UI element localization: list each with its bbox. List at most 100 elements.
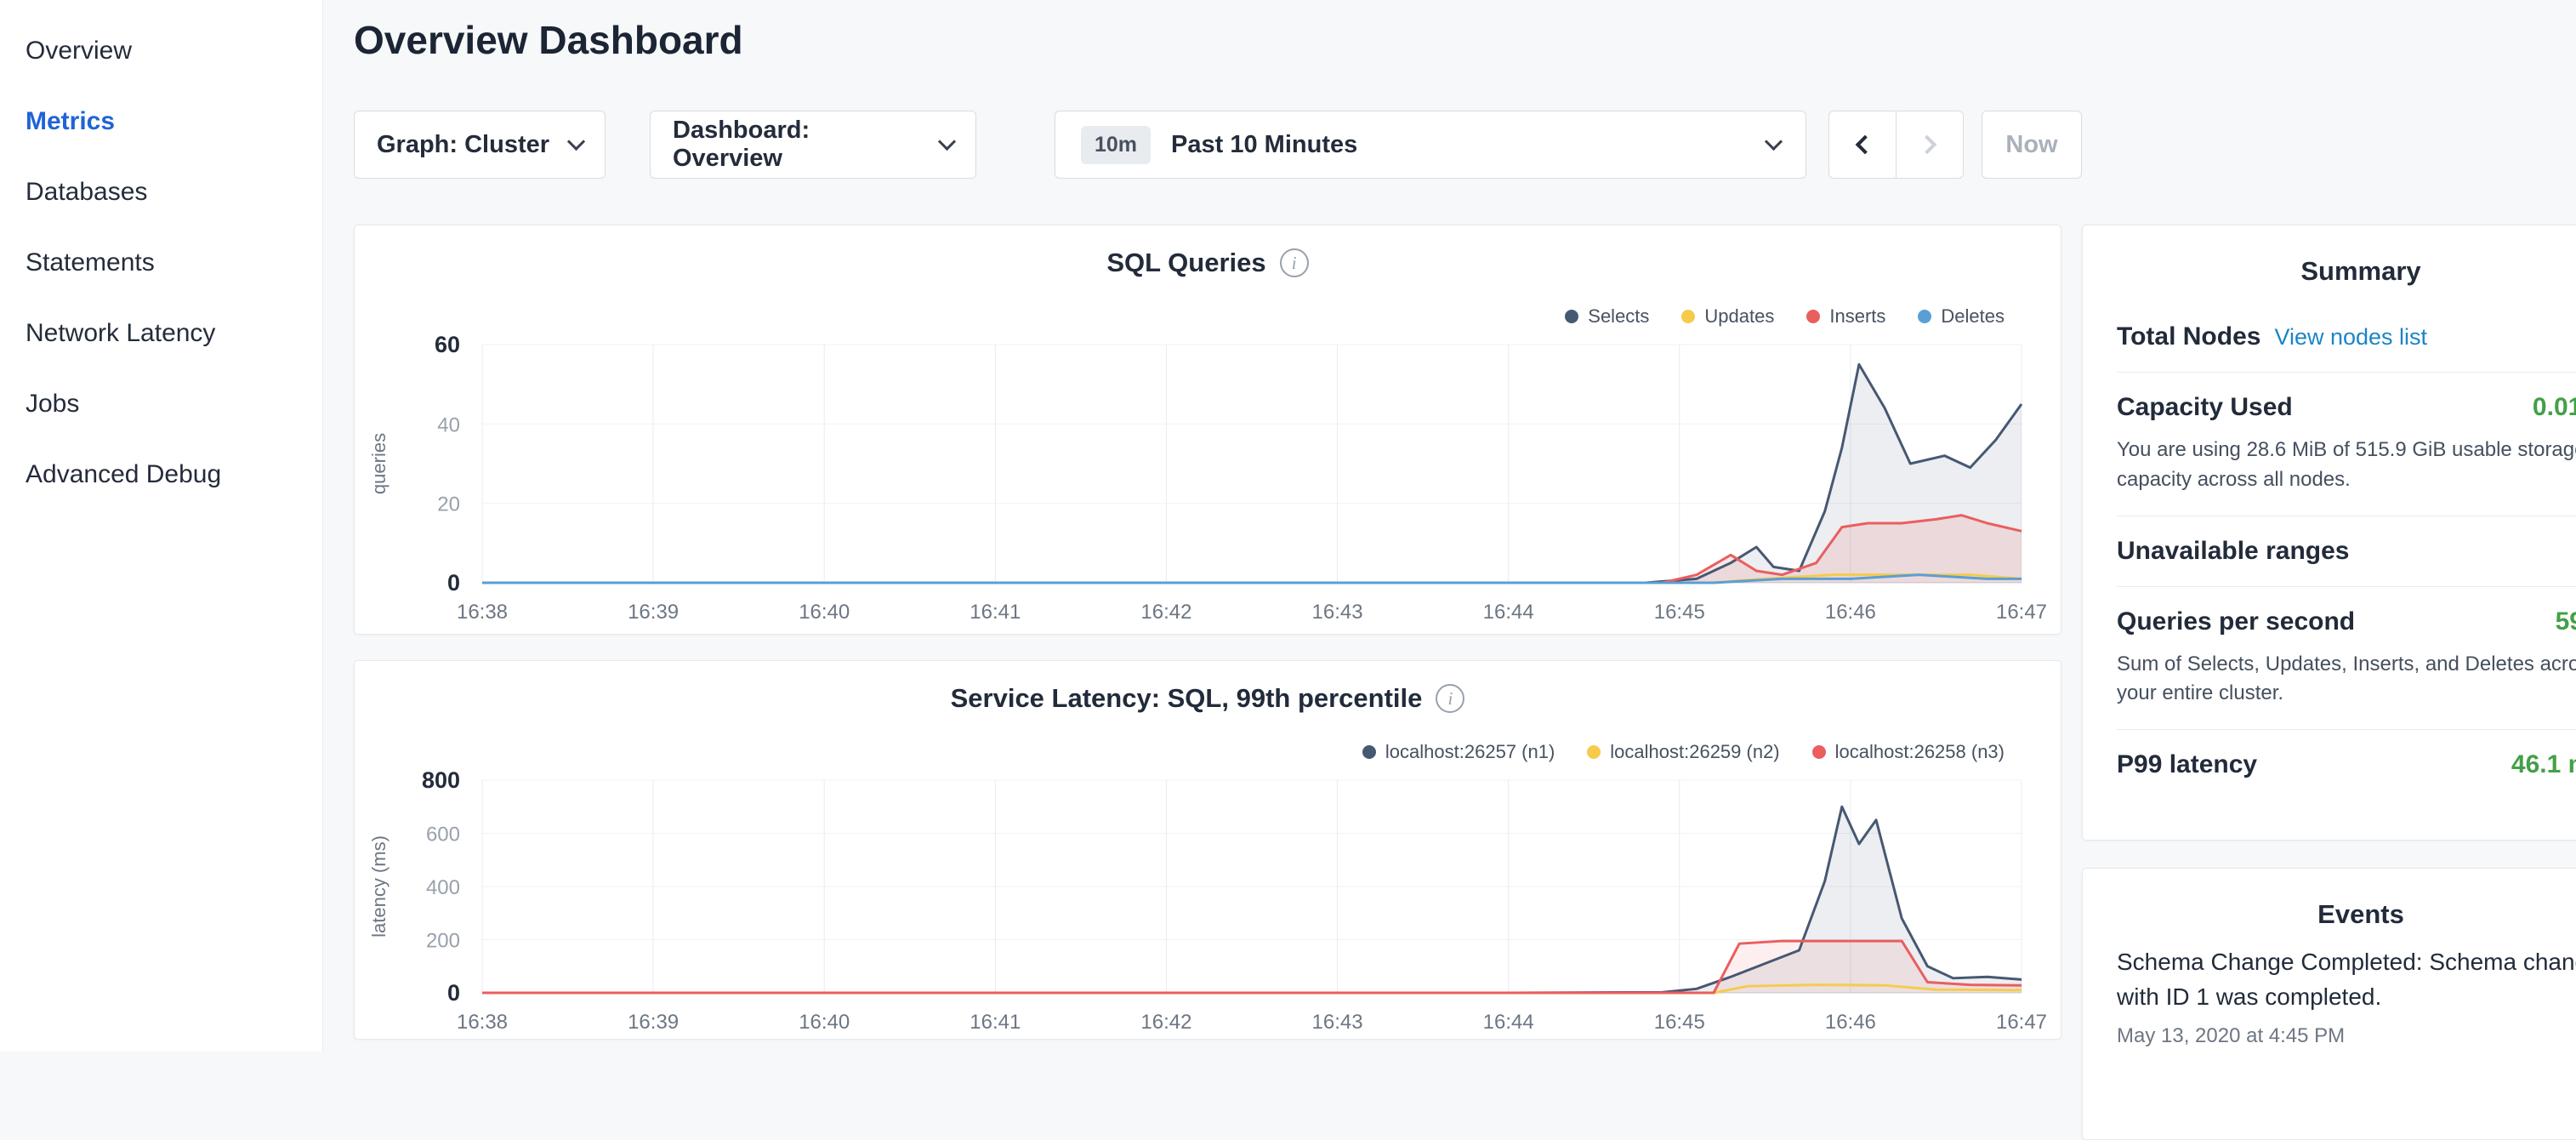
svg-text:20: 20 bbox=[437, 493, 460, 516]
svg-text:16:44: 16:44 bbox=[1483, 1011, 1534, 1034]
chevron-down-icon bbox=[938, 132, 956, 150]
sidebar-item-label: Jobs bbox=[26, 390, 79, 419]
legend-dot bbox=[1362, 745, 1376, 759]
svg-text:16:45: 16:45 bbox=[1654, 1011, 1705, 1034]
capacity-used-description: You are using 28.6 MiB of 515.9 GiB usab… bbox=[2117, 436, 2576, 495]
time-range-selector[interactable]: 10m Past 10 Minutes bbox=[1055, 111, 1806, 179]
sidebar-item-label: Advanced Debug bbox=[26, 460, 221, 489]
legend-item-n2: localhost:26259 (n2) bbox=[1587, 741, 1779, 763]
legend-item-n1: localhost:26257 (n1) bbox=[1362, 741, 1555, 763]
chart-legend: Selects Updates Inserts Deletes bbox=[1565, 305, 2005, 328]
legend-label: Deletes bbox=[1941, 305, 2005, 328]
sidebar-item-metrics[interactable]: Metrics bbox=[0, 86, 322, 157]
total-nodes-label: Total Nodes bbox=[2117, 322, 2260, 351]
svg-text:16:40: 16:40 bbox=[799, 1011, 850, 1034]
svg-text:16:41: 16:41 bbox=[970, 1011, 1021, 1034]
svg-text:600: 600 bbox=[426, 824, 460, 846]
summary-row-capacity: Capacity Used 0.01% You are using 28.6 M… bbox=[2117, 373, 2576, 516]
svg-text:16:38: 16:38 bbox=[457, 1011, 508, 1034]
info-icon[interactable]: i bbox=[1280, 248, 1309, 277]
next-range-button[interactable] bbox=[1896, 111, 1964, 179]
now-button-label: Now bbox=[2005, 131, 2057, 159]
unavailable-ranges-label: Unavailable ranges bbox=[2117, 537, 2349, 566]
svg-text:16:47: 16:47 bbox=[1996, 1011, 2047, 1034]
svg-text:16:38: 16:38 bbox=[457, 601, 508, 624]
svg-text:200: 200 bbox=[426, 930, 460, 953]
svg-text:40: 40 bbox=[437, 413, 460, 436]
svg-text:16:40: 16:40 bbox=[799, 601, 850, 624]
svg-text:400: 400 bbox=[426, 876, 460, 899]
svg-text:16:43: 16:43 bbox=[1312, 601, 1363, 624]
svg-text:16:46: 16:46 bbox=[1825, 1011, 1876, 1034]
svg-text:16:42: 16:42 bbox=[1140, 601, 1191, 624]
graph-scope-dropdown[interactable]: Graph: Cluster bbox=[354, 111, 606, 179]
svg-text:60: 60 bbox=[435, 332, 460, 357]
chevron-right-icon bbox=[1918, 135, 1937, 155]
chart-title: Service Latency: SQL, 99th percentile bbox=[951, 683, 1423, 714]
legend-label: localhost:26259 (n2) bbox=[1610, 741, 1779, 763]
legend-label: localhost:26258 (n3) bbox=[1835, 741, 2005, 763]
svg-text:16:47: 16:47 bbox=[1996, 601, 2047, 624]
svg-text:16:41: 16:41 bbox=[970, 601, 1021, 624]
svg-text:latency (ms): latency (ms) bbox=[368, 835, 390, 938]
legend-dot bbox=[1918, 310, 1931, 323]
chevron-left-icon bbox=[1856, 135, 1875, 155]
summary-row-p99: P99 latency 46.1 ms bbox=[2117, 730, 2576, 800]
time-range-badge: 10m bbox=[1081, 126, 1151, 164]
sidebar-item-advanced-debug[interactable]: Advanced Debug bbox=[0, 439, 322, 510]
sidebar-item-databases[interactable]: Databases bbox=[0, 157, 322, 227]
summary-row-qps: Queries per second 59.7 Sum of Selects, … bbox=[2117, 587, 2576, 731]
sql-queries-panel: SQL Queries i Selects Updates Inserts De… bbox=[354, 225, 2061, 635]
legend-label: Inserts bbox=[1829, 305, 1885, 328]
summary-row-unavailable-ranges: Unavailable ranges 0 bbox=[2117, 516, 2576, 587]
legend-dot bbox=[1812, 745, 1826, 759]
legend-item-n3: localhost:26258 (n3) bbox=[1812, 741, 2005, 763]
sidebar-item-overview[interactable]: Overview bbox=[0, 15, 322, 86]
sidebar-item-label: Metrics bbox=[26, 107, 115, 136]
sidebar-item-label: Databases bbox=[26, 178, 147, 207]
svg-text:16:46: 16:46 bbox=[1825, 601, 1876, 624]
events-title: Events bbox=[2117, 899, 2576, 930]
dashboard-label: Dashboard: Overview bbox=[673, 117, 922, 173]
svg-text:queries: queries bbox=[368, 433, 390, 494]
p99-latency-value: 46.1 ms bbox=[2511, 750, 2576, 779]
event-item: Schema Change Completed: Schema change w… bbox=[2117, 945, 2576, 1048]
legend-dot bbox=[1565, 310, 1578, 323]
metrics-page: Overview Metrics Databases Statements Ne… bbox=[0, 0, 2576, 1052]
sql-queries-chart[interactable]: 020406016:3816:3916:4016:4116:4216:4316:… bbox=[355, 328, 2061, 630]
now-button[interactable]: Now bbox=[1982, 111, 2082, 179]
prev-range-button[interactable] bbox=[1828, 111, 1896, 179]
view-nodes-list-link[interactable]: View nodes list bbox=[2274, 324, 2427, 351]
events-panel: Events Schema Change Completed: Schema c… bbox=[2082, 868, 2576, 1140]
svg-text:0: 0 bbox=[447, 570, 460, 596]
qps-label: Queries per second bbox=[2117, 607, 2355, 636]
sidebar-item-statements[interactable]: Statements bbox=[0, 227, 322, 298]
svg-text:16:44: 16:44 bbox=[1483, 601, 1534, 624]
legend-dot bbox=[1681, 310, 1695, 323]
p99-latency-label: P99 latency bbox=[2117, 750, 2257, 779]
legend-dot bbox=[1587, 745, 1601, 759]
sidebar: Overview Metrics Databases Statements Ne… bbox=[0, 0, 323, 1052]
service-latency-chart[interactable]: 020040060080016:3816:3916:4016:4116:4216… bbox=[355, 763, 2061, 1040]
sidebar-item-label: Overview bbox=[26, 37, 132, 66]
svg-text:800: 800 bbox=[422, 767, 460, 793]
chevron-down-icon bbox=[567, 132, 585, 150]
legend-item-deletes: Deletes bbox=[1918, 305, 2005, 328]
capacity-used-value: 0.01% bbox=[2533, 393, 2576, 422]
legend-item-inserts: Inserts bbox=[1806, 305, 1885, 328]
dashboard-dropdown[interactable]: Dashboard: Overview bbox=[650, 111, 976, 179]
sidebar-item-jobs[interactable]: Jobs bbox=[0, 368, 322, 439]
legend-label: localhost:26257 (n1) bbox=[1385, 741, 1555, 763]
svg-text:16:42: 16:42 bbox=[1140, 1011, 1191, 1034]
event-text: Schema Change Completed: Schema change w… bbox=[2117, 945, 2576, 1014]
info-icon[interactable]: i bbox=[1436, 684, 1464, 713]
chevron-down-icon bbox=[1765, 132, 1783, 150]
summary-row-total-nodes: Total Nodes View nodes list 3 bbox=[2117, 302, 2576, 373]
legend-item-updates: Updates bbox=[1681, 305, 1774, 328]
sidebar-item-network-latency[interactable]: Network Latency bbox=[0, 298, 322, 368]
time-range-label: Past 10 Minutes bbox=[1171, 131, 1357, 159]
svg-text:0: 0 bbox=[447, 980, 460, 1006]
event-timestamp: May 13, 2020 at 4:45 PM bbox=[2117, 1024, 2576, 1048]
svg-text:16:43: 16:43 bbox=[1312, 1011, 1363, 1034]
sidebar-nav: Overview Metrics Databases Statements Ne… bbox=[0, 0, 322, 510]
